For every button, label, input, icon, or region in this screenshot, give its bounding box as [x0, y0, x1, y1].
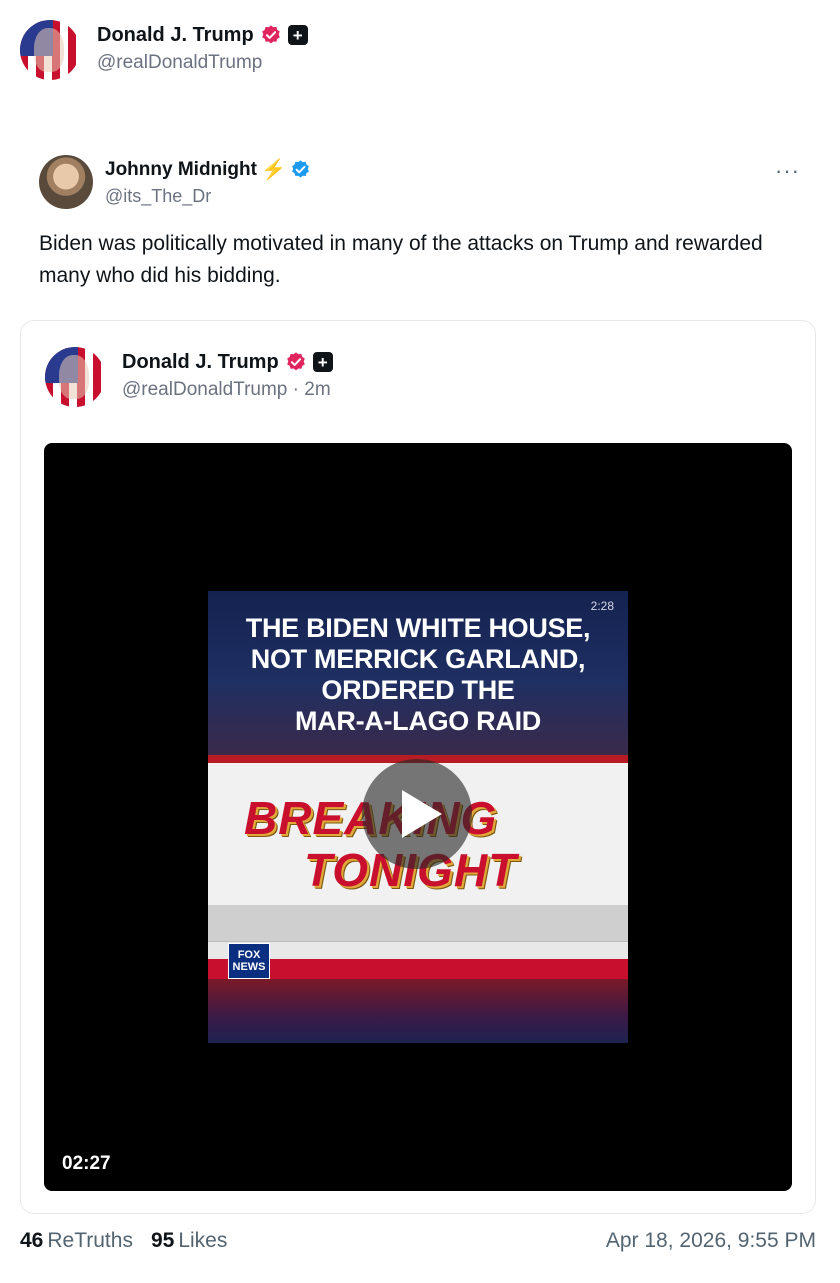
- headline-line: ORDERED THE: [321, 675, 515, 705]
- embed-author: Donald J. Trump + @realDonaldTrump · 2m: [45, 347, 333, 407]
- verified-badge-icon: [286, 352, 305, 371]
- play-button[interactable]: [362, 759, 472, 869]
- thumbnail-time: 2:28: [590, 599, 614, 613]
- headline-line: THE BIDEN WHITE HOUSE,: [245, 613, 591, 643]
- avatar[interactable]: [45, 347, 105, 407]
- plus-badge-icon: +: [287, 25, 308, 45]
- fox-news-logo: FOX NEWS: [228, 943, 270, 979]
- lightning-bolt-icon: ⚡: [260, 159, 286, 181]
- embedded-post-card[interactable]: Donald J. Trump + @realDonaldTrump · 2m …: [20, 320, 816, 1214]
- reply-author: Johnny Midnight ⚡ @its_The_Dr: [39, 155, 311, 209]
- post-text: Biden was politically motivated in many …: [39, 232, 763, 287]
- embed-name-line: Donald J. Trump +: [122, 347, 333, 377]
- likes-label: Likes: [178, 1229, 228, 1252]
- more-options-icon[interactable]: ···: [775, 158, 800, 184]
- embed-name-block: Donald J. Trump + @realDonaldTrump · 2m: [122, 347, 333, 401]
- likes-count: 95: [150, 1229, 175, 1252]
- headline-line: NOT MERRICK GARLAND,: [250, 644, 586, 674]
- post-timestamp[interactable]: Apr 18, 2026, 9:55 PM: [606, 1229, 816, 1253]
- author-display-name[interactable]: Donald J. Trump: [97, 24, 254, 47]
- author-handle[interactable]: @realDonaldTrump: [97, 52, 308, 74]
- retruths-label: ReTruths: [47, 1229, 133, 1252]
- avatar[interactable]: [39, 155, 93, 209]
- avatar[interactable]: [20, 20, 80, 80]
- thumbnail-headline: THE BIDEN WHITE HOUSE, NOT MERRICK GARLA…: [208, 613, 628, 737]
- likes-stat[interactable]: 95 Likes: [151, 1229, 227, 1253]
- retruths-stat[interactable]: 46 ReTruths: [20, 1229, 133, 1253]
- author-name-block: Donald J. Trump + @realDonaldTrump: [97, 20, 308, 74]
- post-stats: 46 ReTruths 95 Likes: [20, 1229, 245, 1253]
- reply-name-block: Johnny Midnight ⚡ @its_The_Dr: [105, 157, 311, 207]
- post-footer: 46 ReTruths 95 Likes Apr 18, 2026, 9:55 PM: [20, 1229, 816, 1253]
- retruths-count: 46: [20, 1229, 44, 1252]
- reply-handle[interactable]: @its_The_Dr: [105, 186, 311, 207]
- video-duration: 02:27: [62, 1153, 111, 1174]
- play-icon: [402, 790, 442, 838]
- plus-badge-icon: +: [312, 352, 333, 372]
- video-player[interactable]: 2:28 THE BIDEN WHITE HOUSE, NOT MERRICK …: [44, 443, 792, 1191]
- verified-badge-icon: [291, 160, 309, 178]
- ticker-red-bar: [208, 959, 628, 979]
- reply-name-line: Johnny Midnight ⚡: [105, 157, 311, 182]
- news-ticker: [208, 941, 628, 959]
- author-name-line: Donald J. Trump +: [97, 20, 308, 50]
- post-author: Donald J. Trump + @realDonaldTrump: [20, 20, 308, 80]
- embed-display-name[interactable]: Donald J. Trump: [122, 351, 279, 374]
- thumbnail-footer: [208, 979, 628, 1043]
- headline-line: MAR-A-LAGO RAID: [295, 706, 541, 736]
- embed-handle[interactable]: @realDonaldTrump · 2m: [122, 379, 333, 401]
- reply-display-name[interactable]: Johnny Midnight: [105, 159, 257, 181]
- verified-badge-icon: [261, 25, 280, 44]
